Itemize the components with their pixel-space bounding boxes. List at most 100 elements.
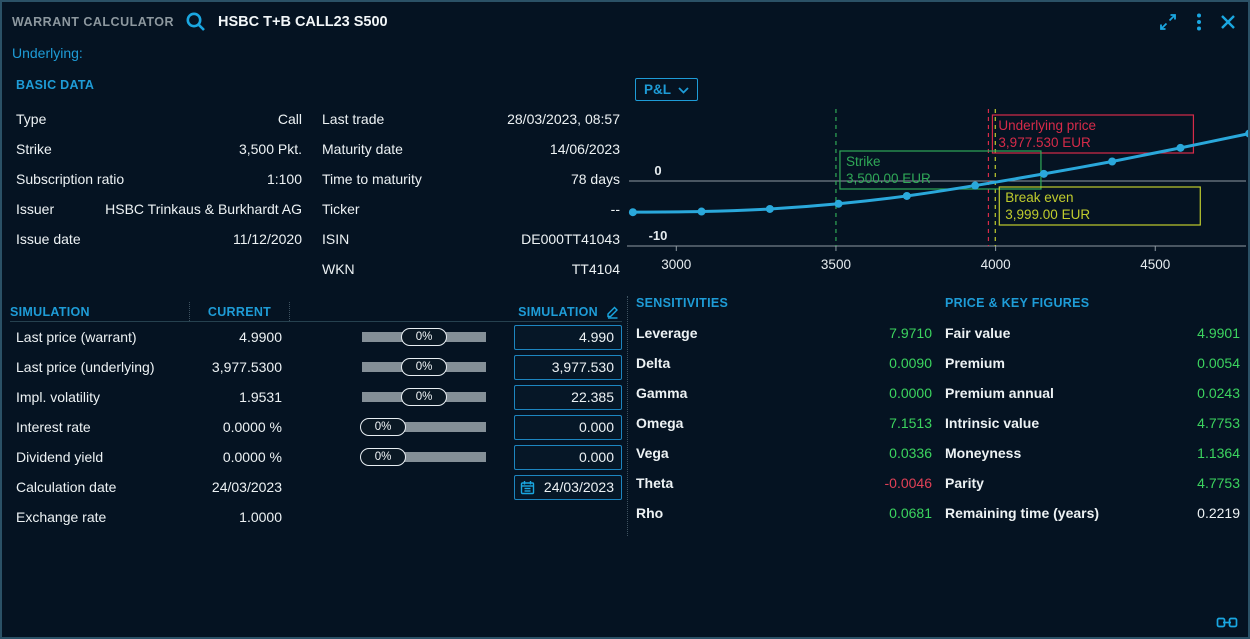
input-cell: 24/03/2023 — [514, 475, 622, 500]
simulation-column-header: SIMULATION — [10, 302, 190, 321]
kebab-menu-icon[interactable] — [1196, 12, 1202, 32]
key-value-row: Ticker -- — [316, 194, 622, 224]
simulation-slider[interactable]: 0% — [360, 448, 488, 466]
key-value-row: WKN TT4104 — [316, 254, 622, 284]
simulation-slider[interactable]: 0% — [360, 388, 488, 406]
basic-data-col2: Last trade 28/03/2023, 08:57 Maturity da… — [316, 104, 622, 284]
key-value-row: Maturity date 14/06/2023 — [316, 134, 622, 164]
simulation-row: Impl. volatility 1.9531 0% — [10, 382, 622, 412]
figure-row: Rho 0.0681 — [636, 498, 932, 528]
simulation-value-input[interactable] — [514, 385, 622, 410]
current-value: 4.9900 — [190, 329, 290, 345]
kv-value: 3,500 Pkt. — [239, 141, 302, 157]
figure-row: Fair value 4.9901 — [945, 318, 1240, 348]
search-icon[interactable] — [184, 10, 208, 34]
slider-thumb[interactable]: 0% — [401, 328, 447, 346]
simulation-value-input[interactable] — [514, 355, 622, 380]
slider-cell — [290, 472, 514, 502]
kv-label: Type — [16, 111, 46, 127]
figure-row: Premium annual 0.0243 — [945, 378, 1240, 408]
simulation-slider[interactable]: 0% — [360, 418, 488, 436]
current-value: 0.0000 % — [190, 419, 290, 435]
svg-text:4500: 4500 — [1140, 257, 1170, 272]
figure-value: 7.1513 — [889, 415, 932, 431]
slider-thumb[interactable]: 0% — [360, 448, 406, 466]
kv-value: 1:100 — [267, 171, 302, 187]
basic-data-col1: Type Call Strike 3,500 Pkt. Subscription… — [10, 104, 316, 284]
figure-label: Rho — [636, 505, 663, 521]
figure-label: Fair value — [945, 325, 1010, 341]
svg-text:3,500.00 EUR: 3,500.00 EUR — [846, 171, 931, 186]
svg-text:Strike: Strike — [846, 154, 881, 169]
figure-label: Gamma — [636, 385, 687, 401]
current-value: 1.9531 — [190, 389, 290, 405]
simulation-value-input[interactable] — [514, 325, 622, 350]
basic-data-title: BASIC DATA — [16, 78, 622, 92]
slider-thumb[interactable]: 0% — [401, 388, 447, 406]
svg-text:-10: -10 — [649, 228, 668, 243]
price-key-figures-title: PRICE & KEY FIGURES — [945, 296, 1240, 310]
figure-value: 0.0681 — [889, 505, 932, 521]
underlying-link[interactable]: Underlying: — [12, 45, 83, 61]
simulation-edit-label: SIMULATION — [518, 305, 598, 319]
simulation-slider[interactable]: 0% — [360, 328, 488, 346]
figure-row: Vega 0.0336 — [636, 438, 932, 468]
key-value-row: ISIN DE000TT41043 — [316, 224, 622, 254]
expand-icon[interactable] — [1158, 12, 1178, 32]
figure-value: 0.0054 — [1197, 355, 1240, 371]
simulation-row-label: Impl. volatility — [10, 389, 190, 405]
edit-icon[interactable] — [604, 304, 620, 319]
figure-label: Moneyness — [945, 445, 1021, 461]
kv-label: Issue date — [16, 231, 81, 247]
svg-text:3,977.530 EUR: 3,977.530 EUR — [998, 135, 1091, 150]
figure-row: Omega 7.1513 — [636, 408, 932, 438]
kv-label: WKN — [322, 261, 355, 277]
simulation-row: Dividend yield 0.0000 % 0% — [10, 442, 622, 472]
current-value: 0.0000 % — [190, 449, 290, 465]
simulation-row-label: Interest rate — [10, 419, 190, 435]
key-value-row: Subscription ratio 1:100 — [10, 164, 316, 194]
simulation-row: Exchange rate 1.0000 — [10, 502, 622, 532]
chart-type-dropdown[interactable]: P&L — [635, 78, 698, 101]
svg-text:Underlying price: Underlying price — [998, 118, 1096, 133]
figure-label: Premium annual — [945, 385, 1054, 401]
app-title: WARRANT CALCULATOR — [12, 15, 174, 29]
slider-cell — [290, 502, 514, 532]
kv-label: Ticker — [322, 201, 360, 217]
kv-label: Issuer — [16, 201, 54, 217]
instrument-name[interactable]: HSBC T+B CALL23 S500 — [218, 14, 388, 30]
chart-type-label: P&L — [644, 82, 671, 97]
current-column-header: CURRENT — [190, 302, 290, 321]
slider-thumb[interactable]: 0% — [360, 418, 406, 436]
current-value: 24/03/2023 — [190, 479, 290, 495]
simulation-section: SIMULATION CURRENT SIMULATION Last price… — [10, 302, 622, 532]
simulation-row-label: Exchange rate — [10, 509, 190, 525]
slider-thumb[interactable]: 0% — [401, 358, 447, 376]
figure-value: 4.9901 — [1197, 325, 1240, 341]
close-icon[interactable] — [1220, 14, 1236, 30]
simulation-row: Last price (warrant) 4.9900 0% — [10, 322, 622, 352]
price-key-figures-section: PRICE & KEY FIGURES Fair value 4.9901 Pr… — [937, 296, 1248, 536]
simulation-value-input[interactable] — [514, 415, 622, 440]
calendar-icon[interactable] — [520, 480, 535, 495]
simulation-row: Interest rate 0.0000 % 0% — [10, 412, 622, 442]
simulation-row: Last price (underlying) 3,977.5300 0% — [10, 352, 622, 382]
figure-label: Premium — [945, 355, 1005, 371]
pnl-chart[interactable]: 0-103000350040004500Underlying price3,97… — [627, 103, 1248, 275]
figure-value: 0.0000 — [889, 385, 932, 401]
simulation-value-input[interactable] — [514, 445, 622, 470]
simulation-rows: Last price (warrant) 4.9900 0% Last pric… — [10, 322, 622, 532]
chevron-down-icon — [678, 82, 689, 97]
left-panel: BASIC DATA Type Call Strike 3,500 Pkt. S… — [10, 64, 622, 532]
slider-cell: 0% — [290, 412, 514, 442]
title-bar: WARRANT CALCULATOR HSBC T+B CALL23 S500 — [2, 2, 1248, 42]
date-value: 24/03/2023 — [539, 479, 614, 495]
link-icon[interactable] — [1216, 616, 1238, 629]
warrant-calculator-window: WARRANT CALCULATOR HSBC T+B CALL23 S500 — [0, 0, 1250, 639]
figure-label: Theta — [636, 475, 673, 491]
simulation-table-header: SIMULATION CURRENT SIMULATION — [10, 302, 622, 322]
calculation-date-input[interactable]: 24/03/2023 — [514, 475, 622, 500]
key-value-row: Strike 3,500 Pkt. — [10, 134, 316, 164]
simulation-slider[interactable]: 0% — [360, 358, 488, 376]
figure-row: Leverage 7.9710 — [636, 318, 932, 348]
